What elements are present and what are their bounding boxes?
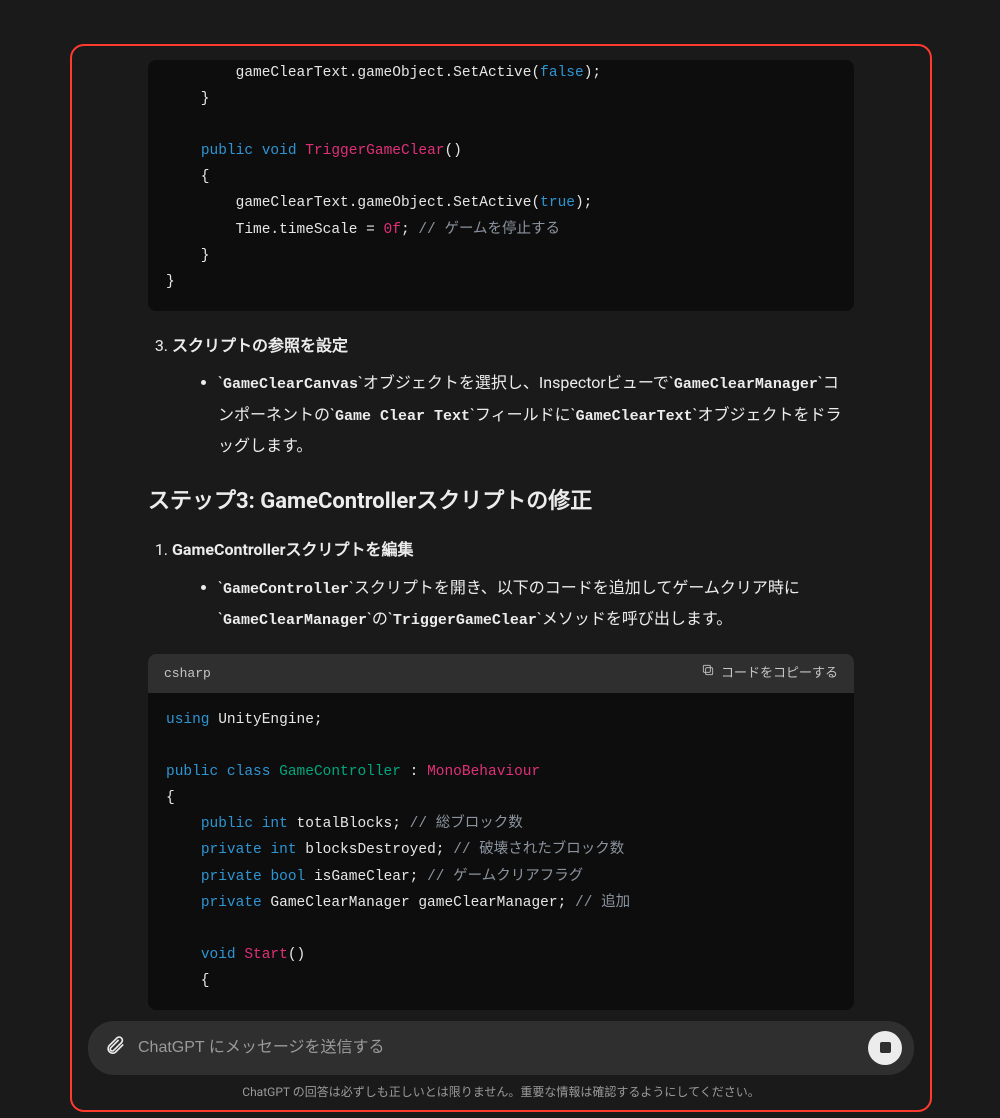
code-lang-label: csharp: [164, 662, 211, 685]
list-item-title: GameControllerスクリプトを編集: [172, 540, 413, 559]
chat-response-frame: gameClearText.gameObject.SetActive(false…: [70, 44, 932, 1112]
inline-code: GameClearManager: [223, 612, 367, 629]
inline-code: TriggerGameClear: [393, 612, 537, 629]
code-header-2: csharp コードをコピーする: [148, 654, 854, 693]
code-body-2[interactable]: using UnityEngine; public class GameCont…: [148, 693, 854, 1010]
disclaimer-text: ChatGPT の回答は必ずしも正しいとは限りません。重要な情報は確認するように…: [82, 1075, 920, 1104]
list-item: GameControllerスクリプトを編集 `GameController`スク…: [172, 537, 854, 636]
chat-input[interactable]: [138, 1039, 856, 1057]
stop-button[interactable]: [868, 1031, 902, 1065]
chat-content: gameClearText.gameObject.SetActive(false…: [82, 60, 920, 1011]
stop-icon: [880, 1042, 891, 1053]
sub-bullet-item: `GameClearCanvas`オブジェクトを選択し、Inspectorビュー…: [218, 368, 854, 461]
step3-heading: ステップ3: GameControllerスクリプトの修正: [148, 484, 854, 519]
code-block-1: gameClearText.gameObject.SetActive(false…: [148, 60, 854, 311]
instruction-list-2: GameControllerスクリプトを編集 `GameController`スク…: [148, 537, 854, 636]
chat-input-row: [88, 1021, 914, 1075]
list-item: スクリプトの参照を設定 `GameClearCanvas`オブジェクトを選択し、I…: [172, 333, 854, 462]
copy-code-label: コードをコピーする: [721, 662, 838, 685]
inline-code: GameController: [223, 581, 349, 598]
instruction-list-1: スクリプトの参照を設定 `GameClearCanvas`オブジェクトを選択し、I…: [148, 333, 854, 462]
sub-bullet-item: `GameController`スクリプトを開き、以下のコードを追加してゲームク…: [218, 573, 854, 636]
code-body-1[interactable]: gameClearText.gameObject.SetActive(false…: [148, 60, 854, 311]
sub-bullet-list: `GameClearCanvas`オブジェクトを選択し、Inspectorビュー…: [172, 368, 854, 461]
copy-icon: [701, 662, 715, 685]
inline-code: GameClearText: [576, 408, 693, 425]
code-block-2: csharp コードをコピーする using UnityEngine; publ…: [148, 654, 854, 1010]
attach-icon[interactable]: [104, 1033, 126, 1063]
inline-code: GameClearManager: [674, 376, 818, 393]
list-item-title: スクリプトの参照を設定: [172, 336, 348, 355]
sub-bullet-list: `GameController`スクリプトを開き、以下のコードを追加してゲームク…: [172, 573, 854, 636]
inline-code: GameClearCanvas: [223, 376, 358, 393]
copy-code-button[interactable]: コードをコピーする: [701, 662, 838, 685]
inline-code: Game Clear Text: [335, 408, 470, 425]
